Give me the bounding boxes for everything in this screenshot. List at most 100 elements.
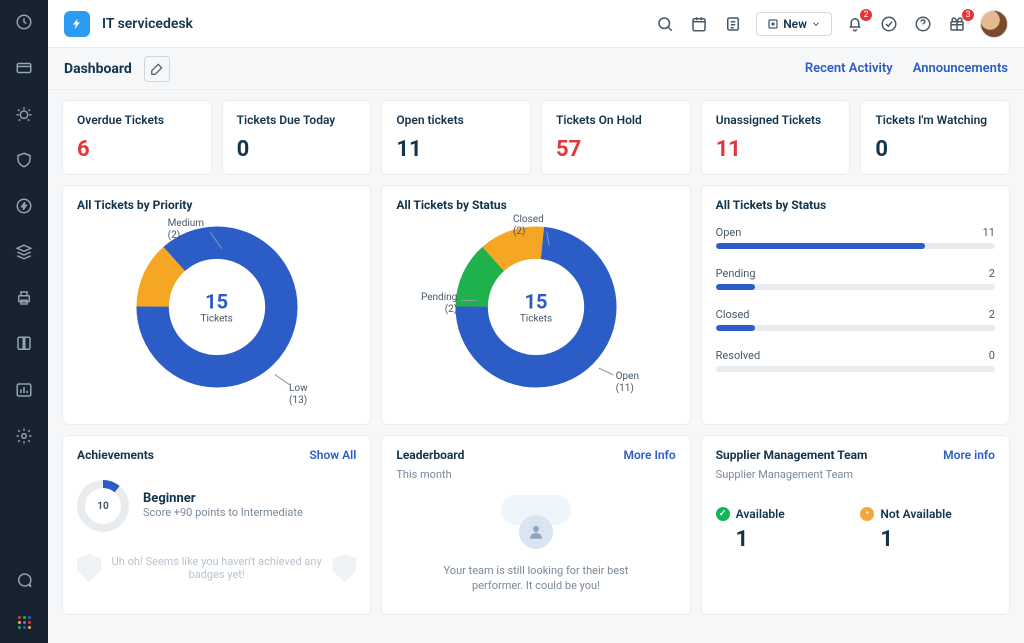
metric-card[interactable]: Unassigned Tickets11 [701,100,851,175]
supplier-unavailable-label: Not Available [880,507,951,521]
bar-value: 11 [983,226,995,239]
new-button[interactable]: New [756,12,832,36]
bar-value: 0 [989,349,995,362]
nav-bolt-icon[interactable] [14,196,34,216]
priority-total: 15 [200,290,232,314]
calendar-icon[interactable] [688,13,710,35]
nav-bug-icon[interactable] [14,104,34,124]
metric-card[interactable]: Tickets Due Today0 [222,100,372,175]
recent-activity-link[interactable]: Recent Activity [805,61,893,76]
status-closed-count: (2) [513,226,526,237]
bar-fill [716,325,755,331]
leaderboard-more-link[interactable]: More Info [624,448,676,462]
metrics-row: Overdue Tickets6Tickets Due Today0Open t… [62,100,1010,175]
app-title: IT servicedesk [102,16,193,32]
new-button-label: New [783,17,807,31]
status-open-count: (11) [616,383,634,394]
achievements-score-gauge: 10 [77,480,129,532]
nav-chat-icon[interactable] [14,570,34,590]
check-circle-icon[interactable] [878,13,900,35]
content: Overdue Tickets6Tickets Due Today0Open t… [48,90,1024,643]
gift-icon[interactable]: 3 [946,13,968,35]
edit-button[interactable] [144,56,170,82]
status-pending-label: Pending [421,292,457,303]
shield-icon [77,554,101,582]
metric-label: Tickets On Hold [556,113,676,127]
topbar: IT servicedesk New 2 3 [48,0,1024,48]
priority-low-count: (13) [289,395,307,406]
status-pending-count: (2) [445,304,458,315]
metric-card[interactable]: Overdue Tickets6 [62,100,212,175]
nav-chart-icon[interactable] [14,380,34,400]
bar-fill [716,243,925,249]
status-donut-title: All Tickets by Status [396,198,675,212]
status-open-label: Open [616,371,639,382]
nav-settings-icon[interactable] [14,426,34,446]
achievements-show-all-link[interactable]: Show All [309,448,356,462]
check-icon: ✓ [716,507,730,521]
status-bars: Open 11 Pending 2 Closed2 Resolved0 [716,226,995,372]
status-bar-row: Pending 2 [716,267,995,290]
bar-track [716,284,995,290]
supplier-more-link[interactable]: More info [943,448,995,462]
metric-value: 6 [77,137,197,162]
leaderboard-illustration [501,495,571,555]
nav-inbox-icon[interactable] [14,58,34,78]
bar-track [716,325,995,331]
status-bar-row: Closed2 [716,308,995,331]
priority-chart-card: All Tickets by Priority 15 Tickets Mediu… [62,185,371,425]
avatar[interactable] [980,10,1008,38]
nav-layers-icon[interactable] [14,242,34,262]
priority-donut: 15 Tickets Medium (2) Low (13) [132,222,302,392]
bar-label: Pending [716,267,756,280]
metric-value: 57 [556,137,676,162]
bar-label: Closed [716,308,750,321]
page-title: Dashboard [64,61,132,77]
shield-icon [332,554,356,582]
nav-printer-icon[interactable] [14,288,34,308]
announcements-link[interactable]: Announcements [913,61,1008,76]
status-closed-label: Closed [513,214,544,225]
priority-chart-title: All Tickets by Priority [77,198,356,212]
nav-dashboard-icon[interactable] [14,12,34,32]
metric-card[interactable]: Tickets I'm Watching0 [860,100,1010,175]
metric-value: 11 [396,137,516,162]
app-logo-icon [64,11,90,37]
metric-card[interactable]: Tickets On Hold 57 [541,100,691,175]
bar-label: Open [716,226,742,239]
metric-label: Open tickets [396,113,516,127]
metric-value: 0 [875,137,995,162]
leaderboard-card: Leaderboard More Info This month Your te… [381,435,690,615]
supplier-available-label: Available [736,507,785,521]
priority-total-label: Tickets [200,314,232,325]
notes-icon[interactable] [722,13,744,35]
achievements-title: Achievements [77,448,154,462]
status-total-label: Tickets [520,314,552,325]
nav-shield-icon[interactable] [14,150,34,170]
metric-card[interactable]: Open tickets 11 [381,100,531,175]
help-icon[interactable] [912,13,934,35]
supplier-unavailable-count: 1 [880,527,995,552]
clock-icon: • [860,507,874,521]
nav-apps-icon[interactable] [18,616,31,629]
search-icon[interactable] [654,13,676,35]
supplier-card: Supplier Management Team More info Suppl… [701,435,1010,615]
leaderboard-msg1: Your team is still looking for their bes… [444,564,629,577]
supplier-available-count: 1 [736,527,851,552]
status-bar-row: Open 11 [716,226,995,249]
status-donut-card: All Tickets by Status 15 Tickets Closed … [381,185,690,425]
metric-label: Unassigned Tickets [716,113,836,127]
bar-fill [716,284,755,290]
notification-badge: 2 [860,9,872,21]
achievements-score: 10 [85,488,121,524]
bar-track [716,243,995,249]
bell-icon[interactable]: 2 [844,13,866,35]
leaderboard-msg2: performer. It could be you! [472,579,600,592]
status-bars-title: All Tickets by Status [716,198,995,212]
nav-book-icon[interactable] [14,334,34,354]
achievements-card: Achievements Show All 10 Beginner Score … [62,435,371,615]
metric-label: Tickets Due Today [237,113,357,127]
bar-value: 2 [989,267,995,280]
status-bar-row: Resolved0 [716,349,995,372]
status-bars-card: All Tickets by Status Open 11 Pending 2 Clos… [701,185,1010,425]
